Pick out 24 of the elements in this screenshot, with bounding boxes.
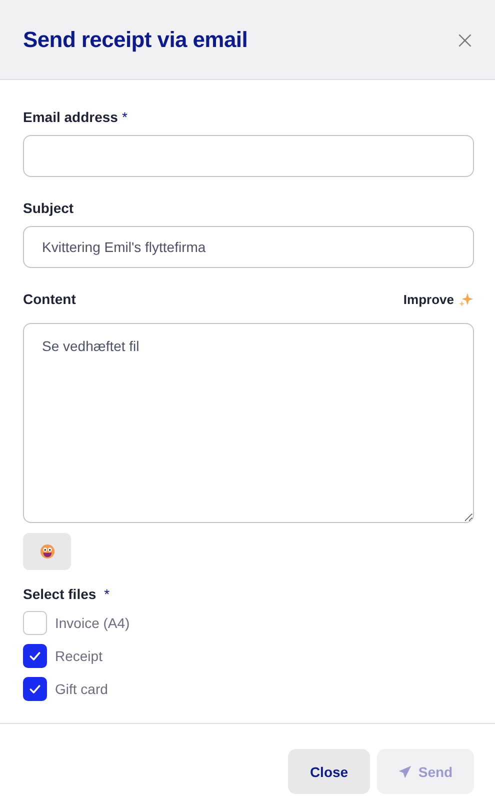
- subject-field[interactable]: Kvittering Emil's flyttefirma: [23, 226, 474, 268]
- checkbox[interactable]: [23, 677, 47, 701]
- check-icon: [28, 682, 42, 696]
- paper-plane-icon: [398, 764, 412, 778]
- field-label: Select files: [23, 586, 96, 602]
- checkbox[interactable]: [23, 644, 47, 668]
- field-label: Subject: [23, 200, 74, 216]
- sparkle-icon: [459, 292, 474, 306]
- required-mark: *: [122, 109, 128, 125]
- field-label: Content: [23, 291, 76, 307]
- improve-button[interactable]: Improve: [403, 292, 474, 306]
- checkbox-label: Invoice (A4): [55, 615, 130, 631]
- required-mark: *: [104, 586, 110, 602]
- dialog-title: Send receipt via email: [23, 26, 248, 52]
- checkbox-label: Receipt: [55, 648, 102, 664]
- close-button[interactable]: Close: [288, 749, 370, 794]
- checkbox-label: Gift card: [55, 681, 108, 697]
- emoji-button[interactable]: [23, 533, 71, 570]
- content-field[interactable]: Se vedhæftet fil: [23, 323, 474, 523]
- check-icon: [28, 649, 42, 663]
- email-field[interactable]: [23, 135, 474, 177]
- field-label: Email address: [23, 109, 118, 125]
- smiley-icon: [40, 544, 54, 559]
- close-button[interactable]: ×: [454, 28, 475, 52]
